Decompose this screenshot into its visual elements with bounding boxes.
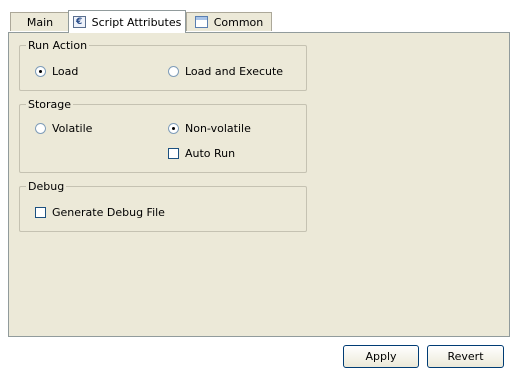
storage-title: Storage xyxy=(26,98,74,111)
debug-group: Debug Generate Debug File xyxy=(19,180,307,232)
tab-strip: Main € Script Attributes Common xyxy=(10,10,510,33)
auto-run-check-box[interactable] xyxy=(168,148,179,159)
run-action-title: Run Action xyxy=(26,39,90,52)
volatile-radio[interactable]: Volatile xyxy=(35,122,92,135)
tab-script-attributes[interactable]: € Script Attributes xyxy=(68,10,186,33)
tab-main-label: Main xyxy=(26,15,54,29)
tab-script-attributes-label: Script Attributes xyxy=(91,15,182,29)
load-and-execute-label: Load and Execute xyxy=(185,65,284,78)
debug-title: Debug xyxy=(26,180,67,193)
auto-run-label: Auto Run xyxy=(185,147,236,160)
tab-common-label: Common xyxy=(213,15,264,29)
generate-debug-file-check-box[interactable] xyxy=(35,207,46,218)
auto-run-checkbox[interactable]: Auto Run xyxy=(168,147,235,160)
launch-configuration-window: Main € Script Attributes Common Run Acti… xyxy=(0,0,511,381)
load-and-execute-radio[interactable]: Load and Execute xyxy=(168,65,283,78)
non-volatile-radio-button[interactable] xyxy=(168,123,179,134)
revert-button-label: Revert xyxy=(447,350,484,363)
non-volatile-label: Non-volatile xyxy=(185,122,251,135)
run-action-group: Run Action Load Load and Execute xyxy=(19,39,307,91)
script-attributes-panel: Run Action Load Load and Execute Storage… xyxy=(8,32,510,337)
common-icon xyxy=(194,16,208,28)
tab-main[interactable]: Main xyxy=(10,12,70,31)
load-radio-button[interactable] xyxy=(35,66,46,77)
load-and-execute-radio-button[interactable] xyxy=(168,66,179,77)
generate-debug-file-checkbox[interactable]: Generate Debug File xyxy=(35,206,165,219)
tab-common[interactable]: Common xyxy=(186,12,272,31)
generate-debug-file-label: Generate Debug File xyxy=(52,206,165,219)
volatile-label: Volatile xyxy=(52,122,93,135)
apply-button[interactable]: Apply xyxy=(343,345,419,368)
revert-button[interactable]: Revert xyxy=(427,345,504,368)
load-radio[interactable]: Load xyxy=(35,65,78,78)
storage-group: Storage Volatile Non-volatile Auto Run xyxy=(19,98,307,173)
apply-button-label: Apply xyxy=(365,350,397,363)
script-icon: € xyxy=(72,16,86,28)
non-volatile-radio[interactable]: Non-volatile xyxy=(168,122,251,135)
volatile-radio-button[interactable] xyxy=(35,123,46,134)
load-label: Load xyxy=(52,65,79,78)
